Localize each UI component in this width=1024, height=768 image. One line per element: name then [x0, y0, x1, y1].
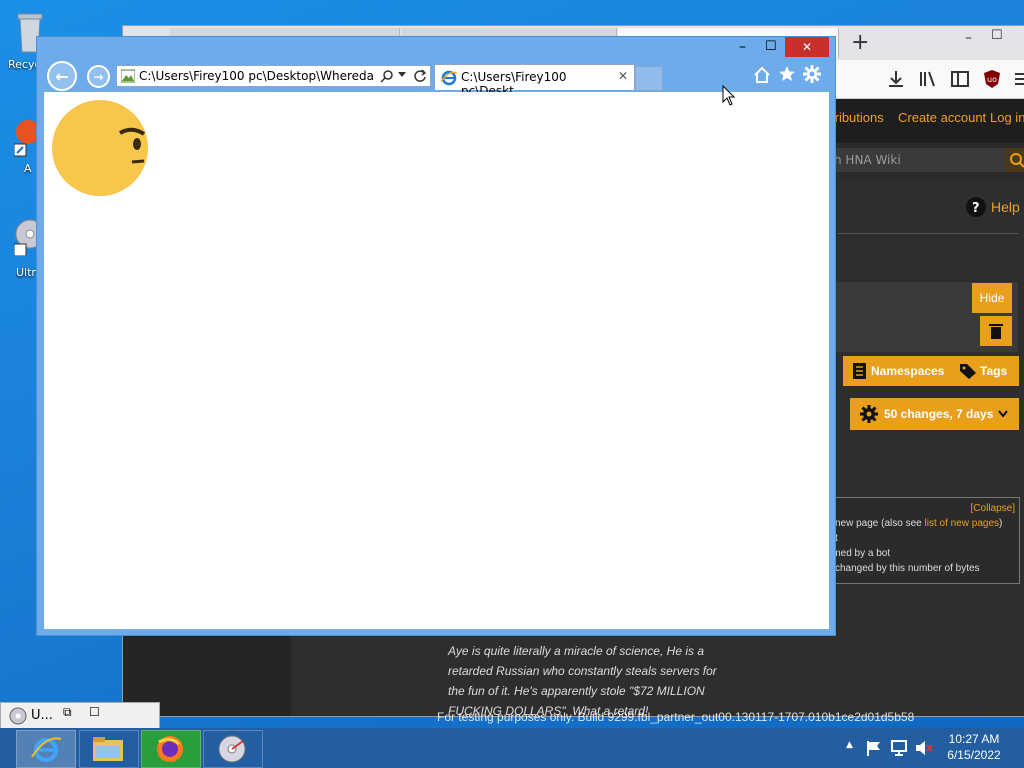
gear-icon [860, 405, 878, 423]
new-tab-button[interactable]: + [851, 30, 869, 55]
ie-window: – ☐ ✕ ← → C:\Users\Firey100 pc\Desktop\W… [36, 36, 836, 636]
legend-line: new page (also see list of new pages) [835, 518, 1002, 529]
changes-label: 50 changes, 7 days [884, 407, 994, 421]
namespaces-icon [853, 363, 866, 379]
tray-overflow-button[interactable]: ▲ [846, 740, 853, 750]
minimized-window[interactable]: U... ⧉ ☐ [0, 702, 160, 730]
page-icon [121, 69, 135, 83]
action-center-flag-icon[interactable] [866, 740, 882, 756]
svg-text:uo: uo [987, 75, 997, 84]
firefox-maximize-button[interactable]: ☐ [991, 28, 1003, 43]
new-tab-button[interactable] [635, 66, 663, 91]
hide-label: Hide [979, 291, 1005, 305]
hide-button[interactable]: Hide [972, 283, 1012, 313]
restore-button[interactable]: ⧉ [63, 705, 72, 720]
help-icon[interactable]: ? [966, 197, 986, 217]
taskbar-firefox-button[interactable] [141, 730, 201, 768]
svg-text:?: ? [972, 201, 980, 216]
address-bar[interactable]: C:\Users\Firey100 pc\Desktop\Wheredacont… [116, 65, 431, 87]
ie-logo-icon [31, 737, 61, 762]
minimized-window-title: U... [31, 708, 53, 723]
ie-logo-icon [441, 70, 457, 86]
taskbar-ie-button[interactable] [16, 730, 76, 768]
settings-gear-icon[interactable] [803, 65, 821, 83]
article-quote: Aye is quite literally a miracle of scie… [448, 644, 717, 718]
login-link[interactable]: Log in [990, 110, 1024, 125]
home-icon[interactable] [753, 66, 771, 84]
disc-icon [218, 735, 246, 763]
ublock-icon[interactable]: uo [983, 69, 1001, 89]
tags-button[interactable]: Tags [980, 364, 1007, 378]
taskbar-disc-button[interactable] [203, 730, 263, 768]
search-placeholder: h HNA Wiki [834, 153, 901, 167]
tag-icon [960, 364, 976, 379]
ie-tab-active[interactable]: C:\Users\Firey100 pc\Deskt... ✕ [434, 64, 635, 98]
search-icon[interactable] [380, 69, 394, 83]
sidebar-icon[interactable] [951, 70, 969, 88]
refresh-icon[interactable] [413, 69, 427, 83]
folder-icon [93, 737, 123, 761]
collapse-link[interactable]: [Collapse] [971, 503, 1015, 514]
network-icon[interactable] [890, 739, 908, 757]
address-url: C:\Users\Firey100 pc\Desktop\Wheredacont… [139, 69, 374, 83]
legend-line: rmed by a bot [829, 548, 891, 559]
forward-arrow-icon: → [93, 69, 104, 84]
favorites-star-icon[interactable] [778, 65, 796, 83]
taskbar: ▲ 10:27 AM 6/15/2022 [0, 728, 1024, 768]
build-watermark: For testing purposes only. Build 9299.fb… [437, 710, 915, 724]
ie-page-content [44, 92, 829, 629]
delete-filter-button[interactable] [980, 316, 1012, 346]
search-input[interactable]: h HNA Wiki [828, 148, 1024, 172]
clock-date: 6/15/2022 [947, 748, 1001, 762]
legend-box: [Collapse] new page (also see list of ne… [828, 497, 1020, 584]
ie-close-button[interactable]: ✕ [785, 37, 829, 57]
tab-close-button[interactable]: ✕ [618, 69, 628, 83]
search-button[interactable] [1005, 148, 1024, 172]
maximize-button[interactable]: ☐ [89, 705, 100, 719]
forward-button[interactable]: → [87, 65, 110, 88]
desktop-icon-label: A [24, 162, 32, 175]
menu-icon[interactable] [1013, 70, 1024, 88]
back-button[interactable]: ← [47, 61, 77, 91]
mouse-cursor-icon [722, 85, 736, 106]
back-arrow-icon: ← [55, 66, 69, 86]
legend-line: changed by this number of bytes [835, 563, 980, 574]
contributions-link[interactable]: tributions [831, 110, 884, 125]
chevron-down-icon [998, 410, 1008, 418]
help-link[interactable]: Help [991, 199, 1020, 215]
legend-text: ) [999, 518, 1003, 529]
changes-dropdown[interactable]: 50 changes, 7 days [850, 398, 1019, 430]
disc-icon [9, 707, 27, 725]
ie-maximize-button[interactable]: ☐ [765, 39, 777, 54]
namespaces-button[interactable]: Namespaces [871, 364, 944, 378]
namespaces-tags-bar: Namespaces Tags [843, 356, 1019, 386]
ie-minimize-button[interactable]: – [739, 39, 746, 55]
dropdown-arrow-icon[interactable] [398, 72, 406, 78]
clock-time: 10:27 AM [948, 732, 1000, 746]
library-icon[interactable] [919, 70, 937, 88]
legend-text: new page (also see [835, 518, 925, 529]
firefox-icon [157, 736, 183, 762]
search-icon [1010, 153, 1024, 168]
new-pages-link[interactable]: list of new pages [925, 518, 1000, 529]
taskbar-explorer-button[interactable] [79, 730, 139, 768]
volume-muted-icon[interactable] [914, 739, 934, 757]
download-icon[interactable] [887, 70, 905, 88]
thinking-face-emoji-icon [52, 100, 148, 196]
desktop-icon-label: Ultr [16, 266, 36, 279]
firefox-minimize-button[interactable]: – [965, 30, 972, 46]
trash-icon [989, 324, 1003, 339]
clock[interactable]: 10:27 AM 6/15/2022 [946, 732, 1002, 762]
create-account-link[interactable]: Create account [898, 110, 986, 125]
